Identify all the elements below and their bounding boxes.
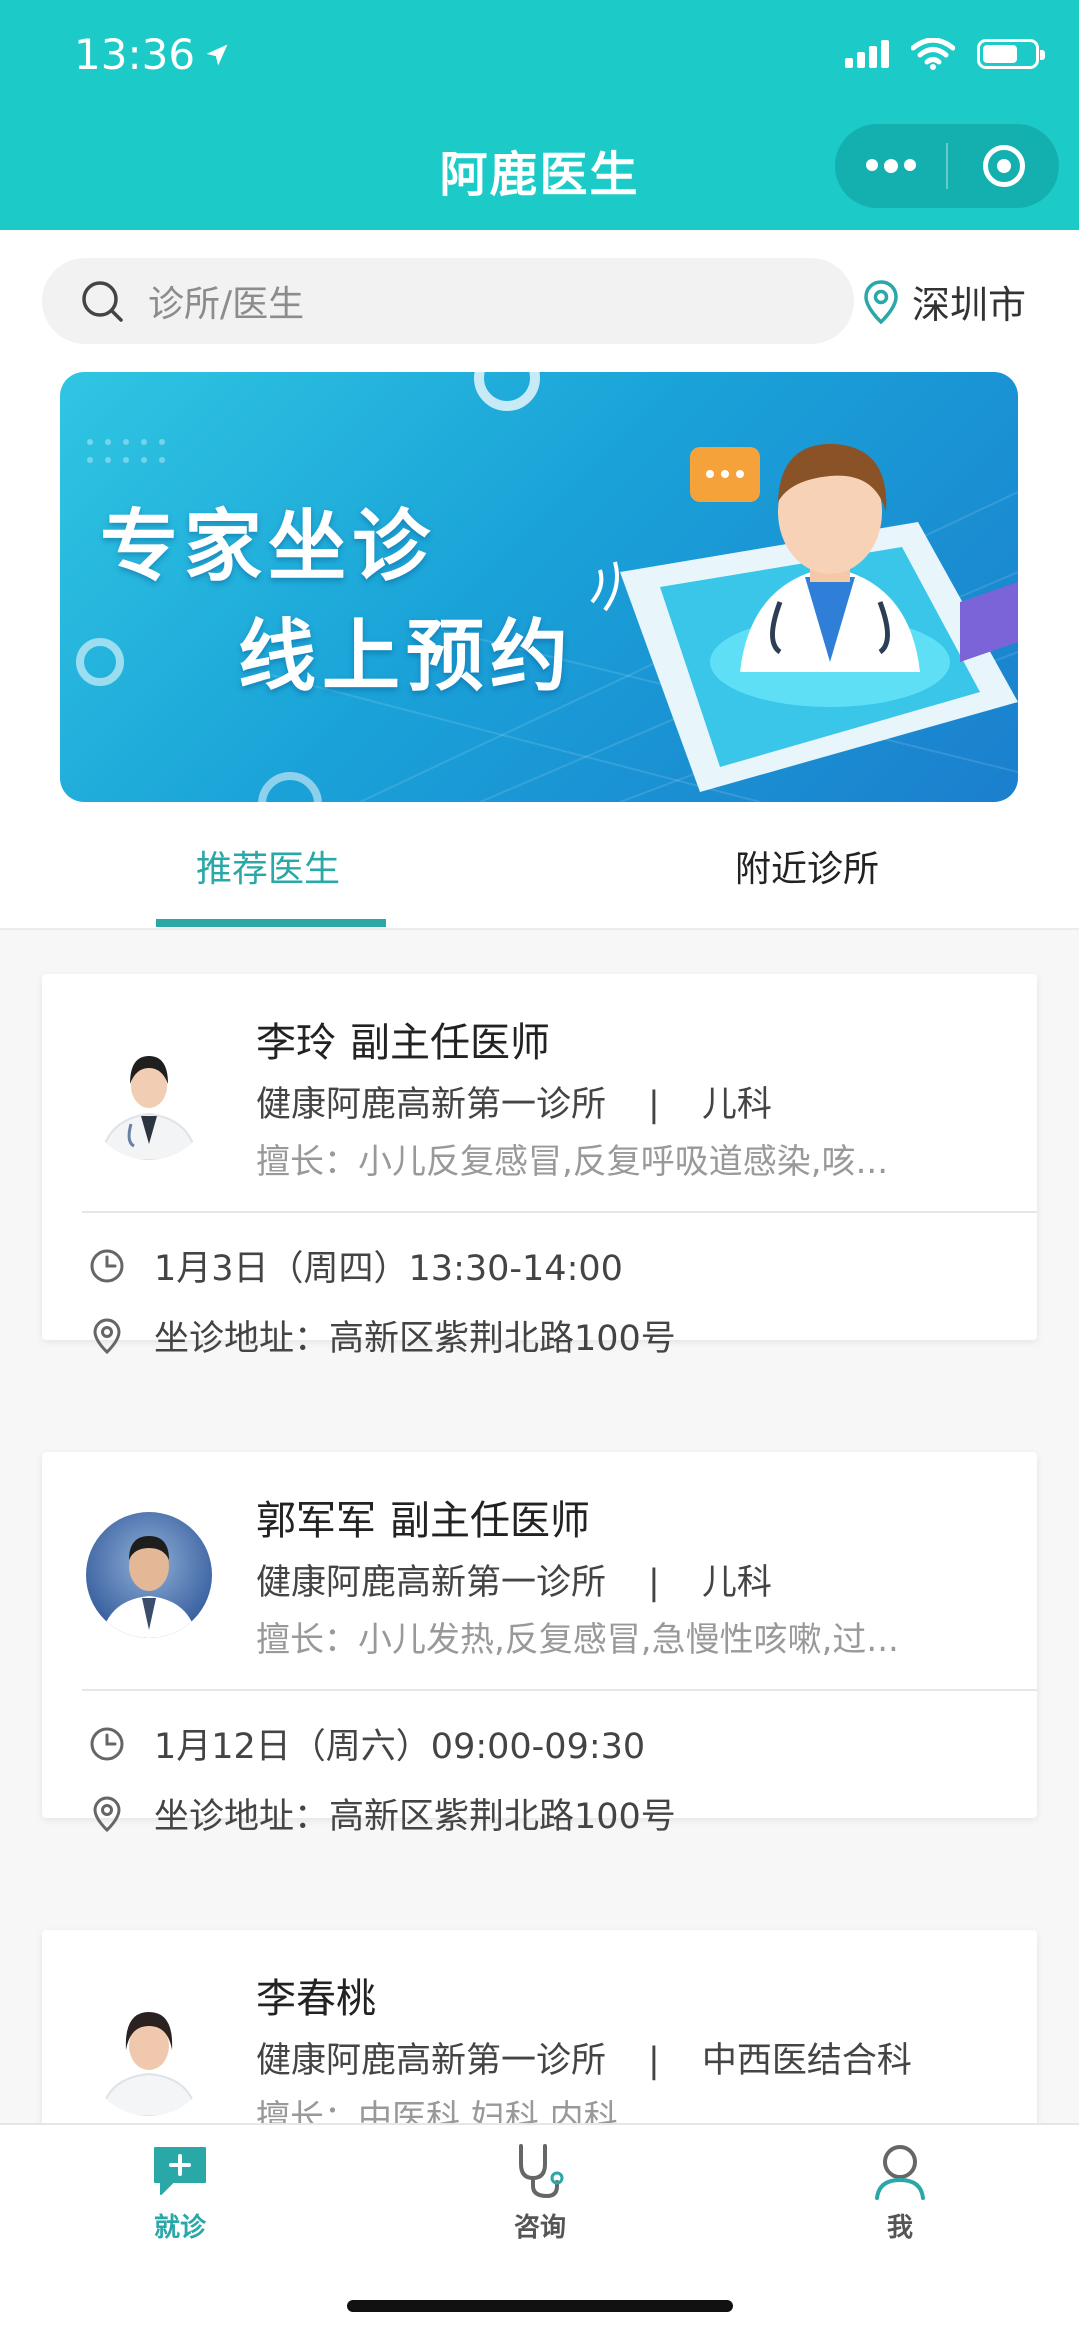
address-text: 坐诊地址：高新区紫荆北路100号 [154,1797,676,1837]
clinic-row: 健康阿鹿高新第一诊所 | 儿科 [256,1554,772,1605]
app-header: 13:36 阿鹿医生 [0,0,1079,230]
clock-icon [90,1727,124,1760]
doctor-title: 副主任医师 [390,1498,590,1544]
department: 中西医结合科 [701,2041,912,2081]
schedule-row: 1月3日（周四）13:30-14:00 [88,1240,623,1291]
doctor-specialty: 擅长：小儿发热,反复感冒,急慢性咳嗽,过... [256,1620,899,1660]
search-placeholder: 诊所/医生 [148,284,305,325]
banner-line2: 线上预约 [238,612,575,702]
chat-plus-icon [154,2147,206,2195]
doctor-avatar [86,1512,212,1638]
card-divider [82,1689,1037,1691]
active-tab-indicator [156,919,386,927]
doctor-avatar [86,1034,212,1160]
doctor-avatar [86,1990,212,2116]
nav-label: 我 [886,2213,913,2243]
address-row: 坐诊地址：高新区紫荆北路100号 [88,1310,676,1361]
doctor-specialty: 擅长：小儿反复感冒,反复呼吸道感染,咳... [256,1142,889,1182]
city-label: 深圳市 [912,283,1027,327]
target-icon [982,145,1025,187]
clinic-separator: | [648,1563,660,1603]
nav-item-visit[interactable]: 就诊 [100,2139,260,2244]
signal-icon [845,40,889,68]
wifi-icon [911,38,955,70]
doctor-name: 郭军军 [256,1498,376,1544]
doctor-title: 副主任医师 [350,1020,550,1066]
promo-banner[interactable]: 专家坐诊 线上预约 [60,372,1018,802]
doctor-card[interactable]: 郭军军 副主任医师 健康阿鹿高新第一诊所 | 儿科 擅长：小儿发热,反复感冒,急慢性咳… [42,1452,1037,1837]
schedule-time: 1月3日（周四）13:30-14:00 [154,1249,623,1289]
doctor-name: 李春桃 [256,1976,376,2022]
user-icon [875,2145,925,2200]
more-dots-icon [865,159,916,173]
city-selector[interactable]: 深圳市 [862,274,1026,329]
search-bar[interactable]: 诊所/医生 [42,258,854,344]
doctor-card[interactable]: 李玲 副主任医师 健康阿鹿高新第一诊所 | 儿科 擅长：小儿反复感冒,反复呼吸道感染,… [42,974,1037,1359]
close-mini-program-button[interactable] [948,124,1059,208]
clinic-row: 健康阿鹿高新第一诊所 | 中西医结合科 [256,2032,912,2083]
schedule-row: 1月12日（周六）09:00-09:30 [88,1718,645,1769]
banner-line1: 专家坐诊 [100,502,437,592]
schedule-time: 1月12日（周六）09:00-09:30 [154,1727,646,1767]
status-bar-time: 13:36 [74,30,231,79]
clinic-separator: | [648,1085,660,1125]
clinic-name: 健康阿鹿高新第一诊所 [256,1563,607,1603]
clock-icon [90,1249,124,1282]
doctor-specialty: 擅长：中医科,妇科,内科 [256,2098,618,2123]
status-bar-indicators [845,38,1045,70]
stethoscope-icon [519,2144,564,2199]
address-text: 坐诊地址：高新区紫荆北路100号 [154,1319,676,1359]
doctor-card[interactable]: 李春桃 健康阿鹿高新第一诊所 | 中西医结合科 擅长：中医科,妇科,内科 [42,1930,1037,2123]
clinic-name: 健康阿鹿高新第一诊所 [256,2041,607,2081]
mini-program-capsule [835,124,1059,208]
location-pin-icon [864,279,898,324]
doctor-name-row: 郭军军 副主任医师 [256,1488,590,1546]
battery-icon [977,39,1045,69]
nav-label: 咨询 [513,2213,566,2243]
nav-item-consult[interactable]: 咨询 [460,2139,620,2244]
card-divider [82,1211,1037,1213]
doctor-name: 李玲 [256,1020,336,1066]
location-pin-icon [93,1795,121,1832]
status-time-text: 13:36 [74,30,196,79]
tab-recommended-doctors[interactable]: 推荐医生 [196,840,340,900]
location-pin-icon [93,1317,121,1354]
location-arrow-icon [206,44,228,65]
nav-label: 就诊 [153,2213,206,2243]
search-icon [82,281,123,322]
department: 儿科 [701,1085,772,1125]
nav-item-me[interactable]: 我 [820,2139,980,2244]
doctor-name-row: 李春桃 [256,1966,390,2024]
more-button[interactable] [835,124,946,208]
clinic-row: 健康阿鹿高新第一诊所 | 儿科 [256,1076,772,1127]
doctor-list[interactable]: 李玲 副主任医师 健康阿鹿高新第一诊所 | 儿科 擅长：小儿反复感冒,反复呼吸道感染,… [0,930,1079,2123]
doctor-name-row: 李玲 副主任医师 [256,1010,550,1068]
clinic-name: 健康阿鹿高新第一诊所 [256,1085,607,1125]
clinic-separator: | [648,2041,660,2081]
address-row: 坐诊地址：高新区紫荆北路100号 [88,1788,676,1839]
home-indicator [347,2300,733,2312]
department: 儿科 [701,1563,772,1603]
tab-nearby-clinics[interactable]: 附近诊所 [735,840,879,900]
